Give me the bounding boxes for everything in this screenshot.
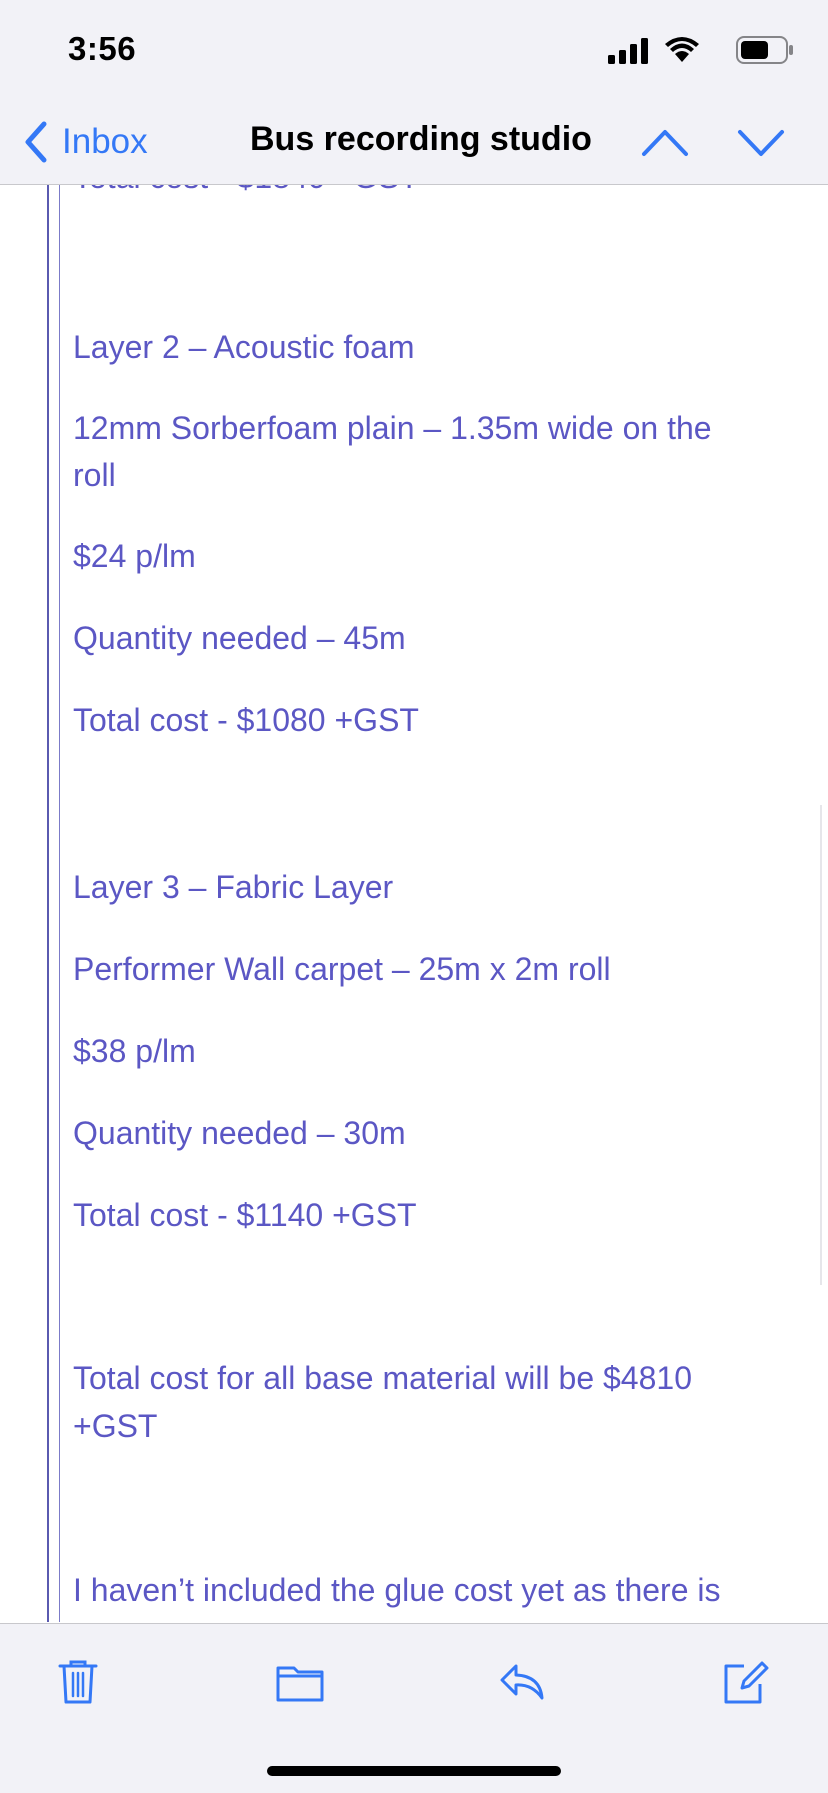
back-button[interactable]: Inbox [22, 118, 148, 166]
layer2-total: Total cost - $1080 +GST [73, 702, 419, 738]
layer2-heading: Layer 2 – Acoustic foam [73, 329, 415, 365]
layer3-heading: Layer 3 – Fabric Layer [73, 869, 394, 905]
bottom-toolbar [0, 1623, 828, 1793]
reply-icon [500, 1664, 544, 1700]
move-to-folder-button[interactable] [276, 1658, 324, 1706]
layer3-quantity: Quantity needed – 30m [73, 1115, 406, 1151]
layer2-product-line2: roll [73, 457, 116, 493]
trash-button[interactable] [54, 1658, 102, 1706]
layer2-price: $24 p/lm [73, 538, 196, 574]
trash-icon [58, 1660, 98, 1704]
folder-icon [276, 1666, 324, 1702]
layer3-total: Total cost - $1140 +GST [73, 1197, 417, 1233]
status-bar: 3:56 [0, 0, 828, 100]
layer2-product-line1: 12mm Sorberfoam plain – 1.35m wide on th… [73, 410, 712, 446]
layer3-product: Performer Wall carpet – 25m x 2m roll [73, 951, 611, 987]
cut-off-total-line: Total cost - $1840 +GST [73, 185, 773, 201]
scroll-indicator [820, 805, 822, 1285]
chevron-left-icon [25, 121, 47, 163]
wifi-icon [665, 37, 699, 62]
glue-note-line: I haven’t included the glue cost yet as … [73, 1572, 721, 1608]
email-body[interactable]: Total cost - $1840 +GST Layer 2 – Acoust… [0, 185, 828, 1622]
quote-bar-inner [59, 185, 60, 1622]
summary-line2: +GST [73, 1408, 158, 1444]
compose-icon [724, 1661, 769, 1704]
reply-button[interactable] [498, 1658, 546, 1706]
email-subject-title: Bus recording studio [250, 120, 592, 158]
compose-button[interactable] [722, 1658, 770, 1706]
status-icons [594, 34, 794, 66]
layer3-price: $38 p/lm [73, 1033, 196, 1069]
chevron-down-icon[interactable] [736, 122, 786, 162]
quote-bar [47, 185, 49, 1622]
back-button-label: Inbox [62, 122, 148, 161]
layer2-quantity: Quantity needed – 45m [73, 620, 406, 656]
chevron-up-icon[interactable] [640, 122, 690, 162]
summary-line1: Total cost for all base material will be… [73, 1360, 692, 1396]
home-indicator[interactable] [267, 1766, 561, 1776]
signal-icon [608, 38, 648, 64]
nav-bar: Inbox Bus recording studio [0, 100, 828, 185]
status-time: 3:56 [68, 30, 137, 67]
battery-icon [736, 36, 793, 64]
